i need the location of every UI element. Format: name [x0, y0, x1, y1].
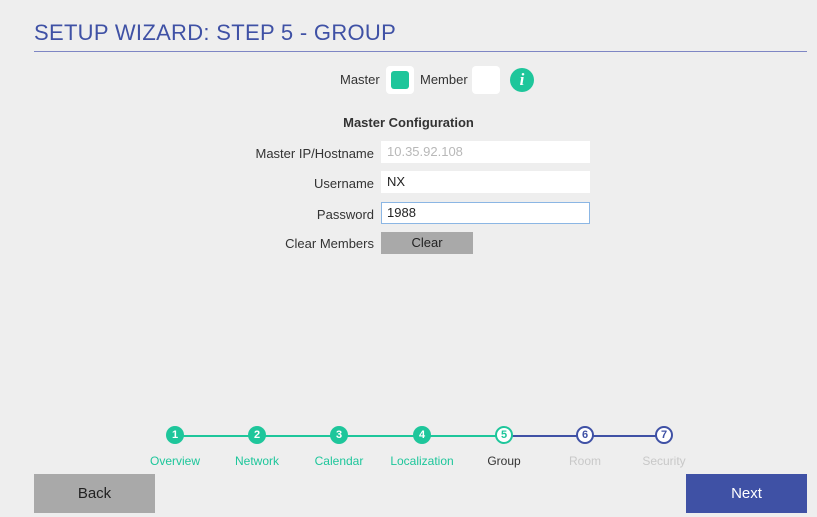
step-5-label: Group: [487, 454, 521, 468]
step-4-circle: 4: [413, 426, 431, 444]
master-label: Master: [340, 72, 380, 87]
title-divider: [34, 51, 807, 52]
step-1-circle: 1: [166, 426, 184, 444]
step-6-circle: 6: [576, 426, 594, 444]
master-ip-field[interactable]: 10.35.92.108: [381, 141, 590, 163]
step-4-label: Localization: [390, 454, 454, 468]
step-1-label: Overview: [149, 454, 200, 468]
step-2-circle: 2: [248, 426, 266, 444]
clear-members-label: Clear Members: [285, 236, 374, 251]
member-checkbox[interactable]: [472, 66, 500, 94]
info-icon[interactable]: i: [510, 68, 534, 92]
section-title: Master Configuration: [343, 115, 474, 130]
username-label: Username: [314, 176, 374, 191]
step-7-circle: 7: [655, 426, 673, 444]
mode-selector: Master Member i: [0, 66, 817, 94]
master-checkbox-fill: [391, 71, 409, 89]
member-label: Member: [420, 72, 468, 87]
username-field[interactable]: NX: [381, 171, 590, 193]
step-5-circle: 5: [495, 426, 513, 444]
back-button[interactable]: Back: [34, 474, 155, 513]
clear-button[interactable]: Clear: [381, 232, 473, 254]
wizard-progress: 1 Overview 2 Network 3 Calendar 4 Locali…: [0, 425, 817, 470]
step-2-label: Network: [234, 454, 279, 468]
password-field[interactable]: 1988: [381, 202, 590, 224]
page-title: SETUP WIZARD: STEP 5 - GROUP: [34, 20, 397, 45]
next-button[interactable]: Next: [686, 474, 807, 513]
step-7-label: Security: [642, 454, 686, 468]
password-label: Password: [316, 207, 374, 222]
wizard-panel: SETUP WIZARD: STEP 5 - GROUP Master Memb…: [0, 0, 817, 517]
step-6-label: Room: [568, 454, 601, 468]
master-checkbox[interactable]: [386, 66, 414, 94]
step-3-circle: 3: [330, 426, 348, 444]
master-ip-label: Master IP/Hostname: [255, 146, 375, 161]
step-3-label: Calendar: [314, 454, 364, 468]
